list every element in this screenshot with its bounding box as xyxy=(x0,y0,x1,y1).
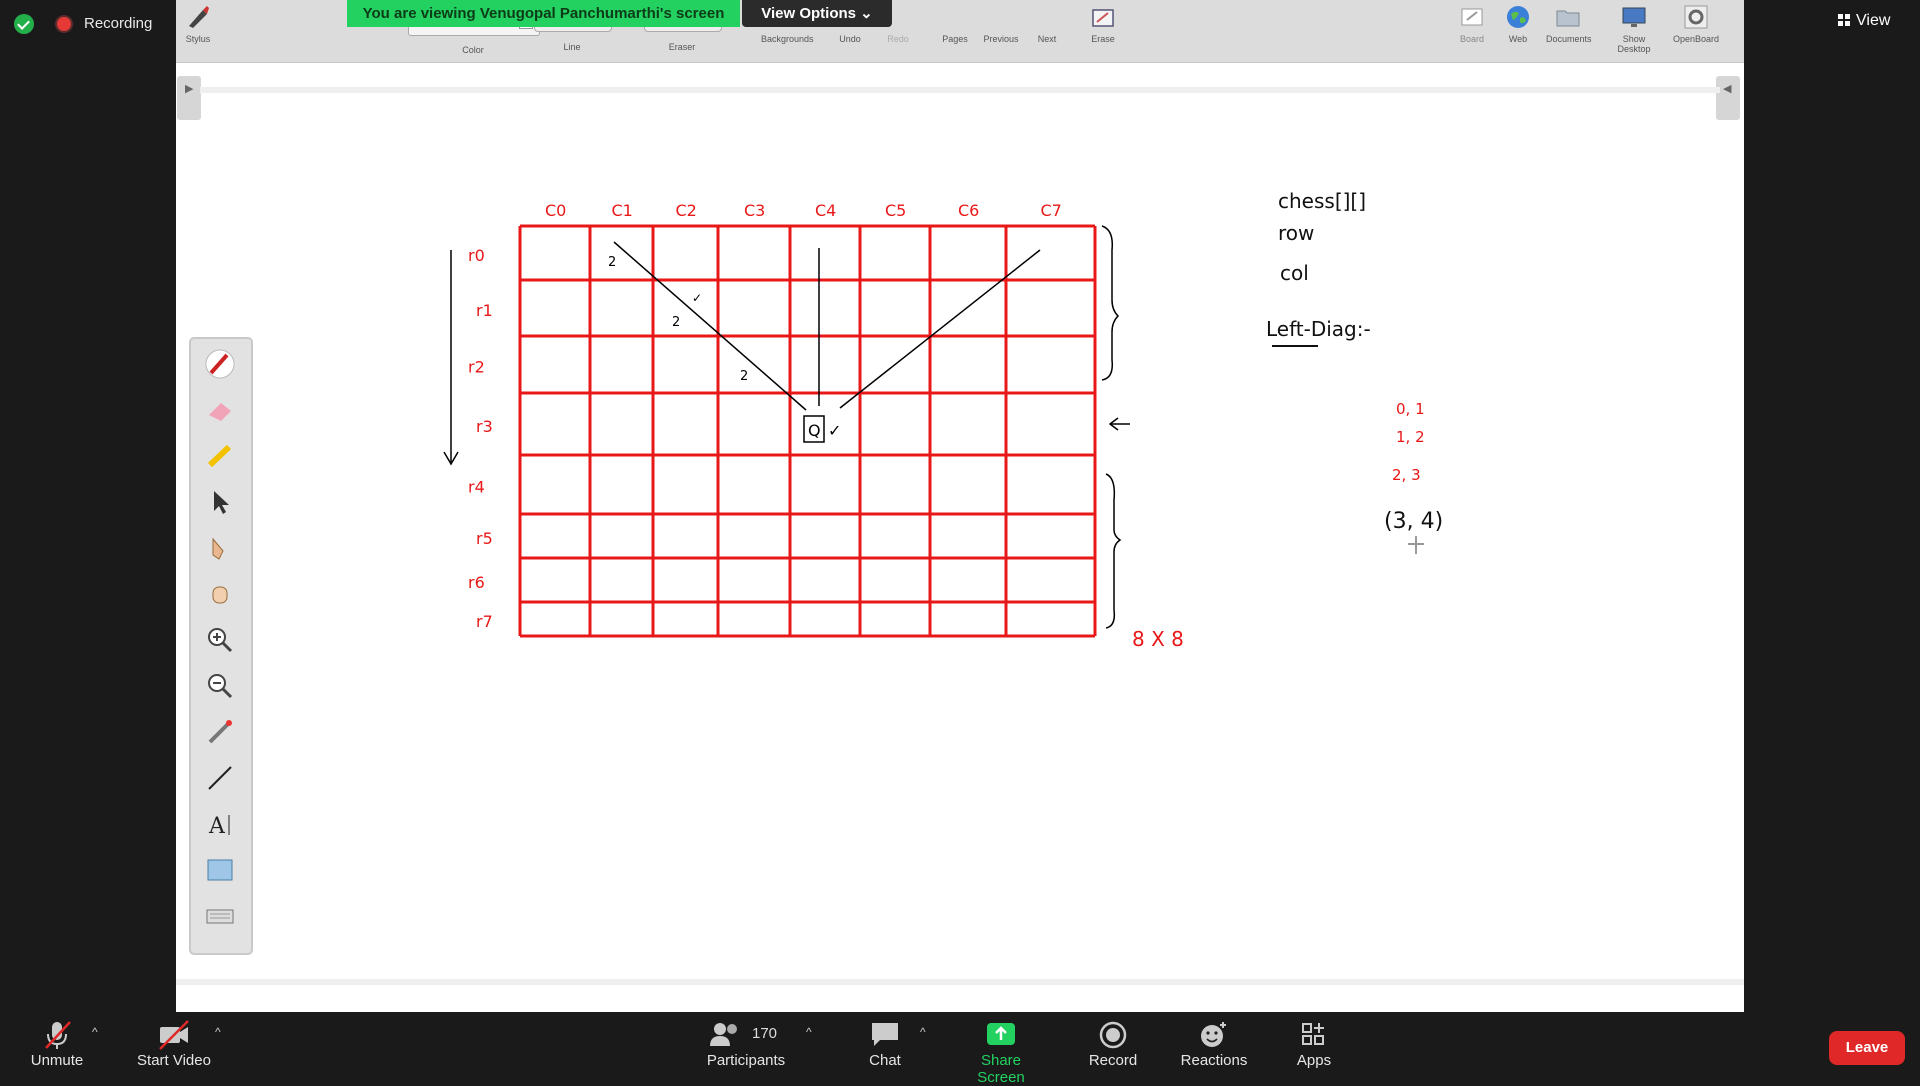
text-tool[interactable]: A xyxy=(205,809,235,839)
diag-mark-1: 2 xyxy=(608,255,616,270)
row-label: r5 xyxy=(476,529,493,548)
column-label: C2 xyxy=(676,201,697,220)
pair-0-1: 0, 1 xyxy=(1396,400,1425,418)
unmute-label: Unmute xyxy=(30,1052,84,1069)
unmute-caret-icon[interactable]: ^ xyxy=(92,1025,98,1039)
record-button[interactable]: Record xyxy=(1084,1018,1142,1069)
zoom-in-tool[interactable] xyxy=(205,625,235,655)
row-label: r3 xyxy=(476,417,493,436)
start-video-button[interactable]: Start Video xyxy=(132,1018,216,1069)
queen-label: Q xyxy=(808,421,821,440)
laser-pointer-tool[interactable] xyxy=(205,717,235,747)
note-chess: chess[][] xyxy=(1278,189,1366,213)
crosshair-cursor-icon xyxy=(1408,536,1424,554)
queen-check: ✓ xyxy=(828,421,841,440)
diag-check-1: ✓ xyxy=(692,291,702,305)
line-tool[interactable] xyxy=(205,763,235,793)
zoom-out-tool[interactable] xyxy=(205,671,235,701)
column-label: C0 xyxy=(545,201,566,220)
reactions-label: Reactions xyxy=(1180,1052,1248,1069)
left-diagonal-line xyxy=(613,241,807,411)
apps-label: Apps xyxy=(1296,1052,1332,1069)
column-labels: C0 C1 C2 C3 C4 C5 C6 C7 xyxy=(545,201,1062,220)
tool-palette: A xyxy=(189,337,253,955)
note-col: col xyxy=(1280,261,1309,285)
left-diag-heading: Left-Diag:- xyxy=(1266,317,1371,341)
right-diagonal-line xyxy=(839,249,1041,409)
column-label: C1 xyxy=(612,201,633,220)
chat-caret-icon[interactable]: ^ xyxy=(920,1025,926,1039)
pen-tool[interactable] xyxy=(205,349,235,379)
column-label: C4 xyxy=(815,201,836,220)
unmute-button[interactable]: Unmute xyxy=(22,1018,92,1069)
row-label: r7 xyxy=(476,612,493,631)
share-screen-icon xyxy=(956,1018,1046,1052)
pair-2-3: 2, 3 xyxy=(1392,466,1421,484)
participants-icon: 170 xyxy=(700,1018,792,1052)
whiteboard-canvas[interactable]: C0 C1 C2 C3 C4 C5 C6 C7 r0r1r2r3r4r5r6r7 Q ✓ 2 … xyxy=(0,0,1920,1012)
lower-brace xyxy=(1105,473,1122,629)
record-icon xyxy=(1084,1018,1142,1052)
reactions-icon xyxy=(1178,1018,1250,1052)
eraser-tool[interactable] xyxy=(205,395,235,425)
share-screen-button[interactable]: Share Screen xyxy=(956,1018,1046,1086)
start-video-label: Start Video xyxy=(137,1052,211,1069)
note-row: row xyxy=(1278,221,1314,245)
highlight-pair: (3, 4) xyxy=(1384,509,1443,534)
chat-label: Chat xyxy=(869,1052,901,1069)
reactions-button[interactable]: Reactions xyxy=(1178,1018,1250,1069)
capture-tool[interactable] xyxy=(205,855,235,885)
upper-brace xyxy=(1101,225,1120,381)
microphone-muted-icon xyxy=(22,1018,92,1052)
column-label: C3 xyxy=(744,201,765,220)
row-label: r1 xyxy=(476,301,493,320)
video-caret-icon[interactable]: ^ xyxy=(215,1025,221,1039)
column-label: C6 xyxy=(958,201,979,220)
diag-mark-2: 2 xyxy=(672,315,680,330)
record-label: Record xyxy=(1088,1052,1138,1069)
video-muted-icon xyxy=(132,1018,216,1052)
row-label: r4 xyxy=(468,478,485,497)
participants-label: Participants xyxy=(706,1052,786,1069)
diag-mark-3: 2 xyxy=(740,369,748,384)
hand-tool[interactable] xyxy=(205,579,235,609)
column-label: C7 xyxy=(1041,201,1062,220)
apps-button[interactable]: Apps xyxy=(1292,1018,1336,1069)
selector-tool[interactable] xyxy=(205,487,235,517)
row-label: r6 xyxy=(468,573,485,592)
board-size-label: 8 X 8 xyxy=(1132,627,1184,651)
column-label: C5 xyxy=(885,201,906,220)
row-labels: r0 r1 r2 r3 r4 r5 r6 r7 xyxy=(468,246,493,631)
chat-icon xyxy=(860,1018,910,1052)
apps-icon xyxy=(1292,1018,1336,1052)
highlighter-tool[interactable] xyxy=(205,441,235,471)
row-label: r0 xyxy=(468,246,485,265)
svg-text:A: A xyxy=(208,814,226,839)
keyboard-tool[interactable] xyxy=(205,901,235,931)
participants-caret-icon[interactable]: ^ xyxy=(806,1025,812,1039)
participants-count: 170 xyxy=(752,1025,777,1042)
participants-button[interactable]: 170 Participants xyxy=(700,1018,792,1069)
chat-button[interactable]: Chat xyxy=(860,1018,910,1069)
leave-button[interactable]: Leave xyxy=(1829,1031,1905,1065)
interact-tool[interactable] xyxy=(205,533,235,563)
pair-1-2: 1, 2 xyxy=(1396,428,1425,446)
share-screen-label: Share Screen xyxy=(977,1052,1025,1086)
row-label: r2 xyxy=(468,358,485,377)
